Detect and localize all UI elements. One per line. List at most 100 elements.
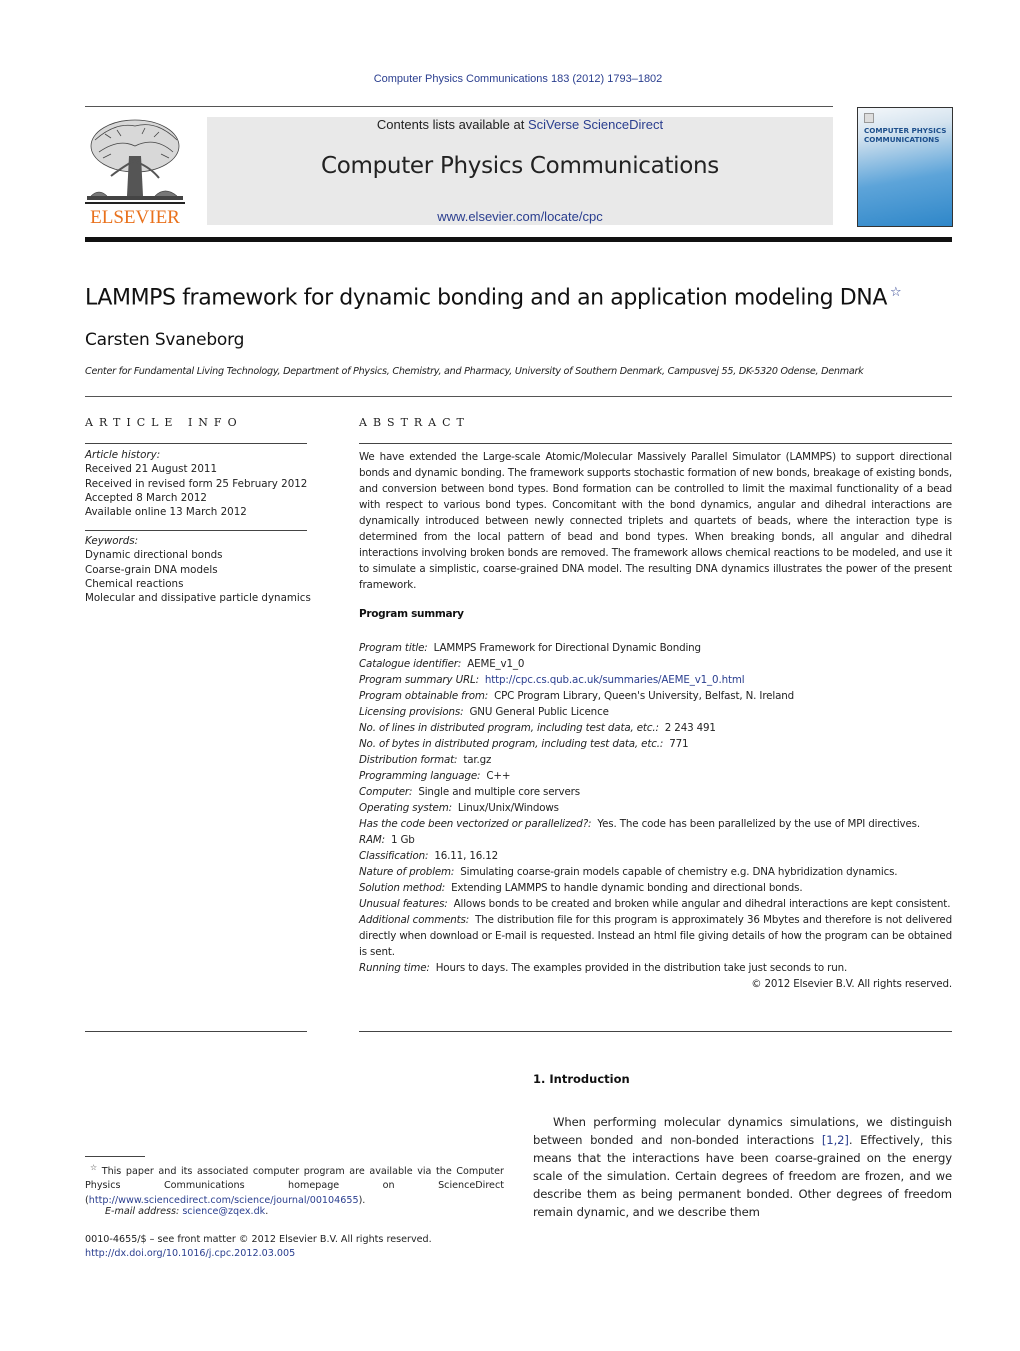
program-summary-value: 16.11, 16.12	[434, 850, 499, 862]
program-summary-label: Has the code been vectorized or parallel…	[359, 818, 592, 830]
program-summary: Program title: LAMMPS Framework for Direc…	[359, 640, 952, 992]
sciencedirect-journal-link[interactable]: http://www.sciencedirect.com/science/jou…	[89, 1195, 359, 1206]
program-summary-label: Program title:	[359, 642, 428, 654]
elsevier-tree-icon	[85, 119, 185, 204]
author-affiliation: Center for Fundamental Living Technology…	[85, 366, 864, 377]
elsevier-wordmark: ELSEVIER	[90, 207, 180, 228]
footnote-rule	[85, 1156, 145, 1157]
journal-citation-link[interactable]: Computer Physics Communications 183 (201…	[0, 73, 1020, 85]
article-info-rule	[85, 443, 307, 444]
program-summary-item: No. of lines in distributed program, inc…	[359, 720, 952, 736]
cover-title-line1: COMPUTER PHYSICS	[864, 126, 947, 135]
title-footnote-star-icon[interactable]: ☆	[890, 285, 902, 300]
footnote-star: ☆ This paper and its associated computer …	[85, 1161, 504, 1208]
program-summary-label: Solution method:	[359, 882, 446, 894]
program-summary-value: Yes. The code has been parallelized by t…	[597, 818, 921, 830]
program-summary-label: Additional comments:	[359, 914, 470, 926]
program-summary-item: Unusual features: Allows bonds to be crea…	[359, 896, 952, 912]
program-summary-label: Unusual features:	[359, 898, 448, 910]
contents-prefix: Contents lists available at	[376, 117, 528, 132]
history-item: Received 21 August 2011	[85, 463, 218, 476]
cover-publisher-icon	[864, 113, 874, 123]
footnote-star-icon: ☆	[90, 1163, 99, 1172]
citation-link[interactable]: [1,2]	[822, 1133, 849, 1147]
history-item: Received in revised form 25 February 201…	[85, 477, 308, 490]
keyword-item: Chemical reactions	[85, 577, 184, 590]
email-end: .	[265, 1206, 269, 1217]
program-summary-value: CPC Program Library, Queen's University,…	[494, 690, 794, 702]
journal-banner: Contents lists available at SciVerse Sci…	[207, 117, 833, 225]
article-info-bottom-rule	[85, 1031, 307, 1032]
email-label: E-mail address:	[105, 1206, 183, 1217]
article-title-text: LAMMPS framework for dynamic bonding and…	[85, 285, 888, 311]
front-matter-text: 0010-4655/$ – see front matter © 2012 El…	[85, 1234, 432, 1245]
title-rule	[85, 396, 952, 397]
program-summary-label: Operating system:	[359, 802, 452, 814]
abstract-heading: ABSTRACT	[359, 416, 470, 429]
program-summary-item: Program summary URL: http://cpc.cs.qub.ac…	[359, 672, 952, 688]
journal-cover-thumbnail[interactable]: COMPUTER PHYSICS COMMUNICATIONS	[857, 107, 953, 227]
program-summary-value: C++	[486, 770, 511, 782]
program-summary-label: Classification:	[359, 850, 429, 862]
program-summary-url-link[interactable]: http://cpc.cs.qub.ac.uk/summaries/AEME_v…	[485, 674, 745, 686]
abstract-bottom-rule	[359, 1031, 952, 1032]
doi-link[interactable]: http://dx.doi.org/10.1016/j.cpc.2012.03.…	[85, 1247, 432, 1261]
program-summary-value: AEME_v1_0	[467, 658, 525, 670]
program-summary-label: Distribution format:	[359, 754, 458, 766]
header-thick-rule	[85, 237, 952, 242]
program-summary-label: RAM:	[359, 834, 385, 846]
program-summary-value: Hours to days. The examples provided in …	[435, 962, 848, 974]
program-summary-value: 771	[669, 738, 689, 750]
program-summary-label: No. of bytes in distributed program, inc…	[359, 738, 664, 750]
author-name[interactable]: Carsten Svaneborg	[85, 330, 244, 350]
program-summary-item: Additional comments: The distribution fil…	[359, 912, 952, 960]
program-summary-item: Nature of problem: Simulating coarse-grai…	[359, 864, 952, 880]
program-summary-item: Has the code been vectorized or parallel…	[359, 816, 952, 832]
elsevier-logo[interactable]: ELSEVIER	[85, 116, 185, 228]
email-footnote: E-mail address: science@zqex.dk.	[105, 1206, 268, 1217]
front-matter: 0010-4655/$ – see front matter © 2012 El…	[85, 1233, 432, 1262]
program-summary-heading: Program summary	[359, 608, 464, 620]
program-summary-label: Program obtainable from:	[359, 690, 489, 702]
program-summary-item: Licensing provisions: GNU General Public …	[359, 704, 952, 720]
sciencedirect-link[interactable]: SciVerse ScienceDirect	[528, 117, 663, 132]
keywords-rule	[85, 530, 307, 531]
email-link[interactable]: science@zqex.dk	[182, 1206, 265, 1217]
program-summary-value: tar.gz	[463, 754, 492, 766]
introduction-heading: 1. Introduction	[533, 1072, 630, 1086]
program-summary-label: Programming language:	[359, 770, 481, 782]
program-summary-label: No. of lines in distributed program, inc…	[359, 722, 659, 734]
program-summary-value: LAMMPS Framework for Directional Dynamic…	[433, 642, 701, 654]
program-summary-value: 1 Gb	[390, 834, 415, 846]
article-info-heading: ARTICLE INFO	[85, 416, 243, 429]
program-summary-item: Catalogue identifier: AEME_v1_0	[359, 656, 952, 672]
cover-title: COMPUTER PHYSICS COMMUNICATIONS	[864, 126, 950, 144]
program-summary-item: Programming language: C++	[359, 768, 952, 784]
program-summary-value: Allows bonds to be created and broken wh…	[453, 898, 951, 910]
journal-title: Computer Physics Communications	[321, 153, 719, 179]
introduction-paragraph: When performing molecular dynamics simul…	[533, 1113, 952, 1221]
article-history: Article history: Received 21 August 2011…	[85, 448, 315, 519]
abstract-copyright: © 2012 Elsevier B.V. All rights reserved…	[751, 978, 952, 990]
journal-homepage-link[interactable]: www.elsevier.com/locate/cpc	[207, 209, 833, 224]
program-summary-label: Program summary URL:	[359, 674, 479, 686]
article-history-label: Article history:	[85, 449, 161, 461]
keyword-item: Dynamic directional bonds	[85, 549, 223, 562]
program-summary-label: Computer:	[359, 786, 413, 798]
program-summary-label: Nature of problem:	[359, 866, 455, 878]
program-summary-value: Simulating coarse-grain models capable o…	[460, 866, 898, 878]
cover-title-line2: COMMUNICATIONS	[864, 135, 940, 144]
header-rule	[85, 106, 833, 107]
program-summary-item: Classification: 16.11, 16.12	[359, 848, 952, 864]
article-title: LAMMPS framework for dynamic bonding and…	[85, 285, 902, 311]
program-summary-item: RAM: 1 Gb	[359, 832, 952, 848]
program-summary-value: 2 243 491	[664, 722, 716, 734]
program-summary-item: Operating system: Linux/Unix/Windows	[359, 800, 952, 816]
keyword-item: Molecular and dissipative particle dynam…	[85, 592, 311, 605]
program-summary-label: Running time:	[359, 962, 430, 974]
abstract-text: We have extended the Large-scale Atomic/…	[359, 451, 952, 591]
program-summary-item: Distribution format: tar.gz	[359, 752, 952, 768]
program-summary-item: No. of bytes in distributed program, inc…	[359, 736, 952, 752]
journal-citation-text[interactable]: Computer Physics Communications 183 (201…	[374, 73, 663, 85]
program-summary-item: Program obtainable from: CPC Program Libr…	[359, 688, 952, 704]
